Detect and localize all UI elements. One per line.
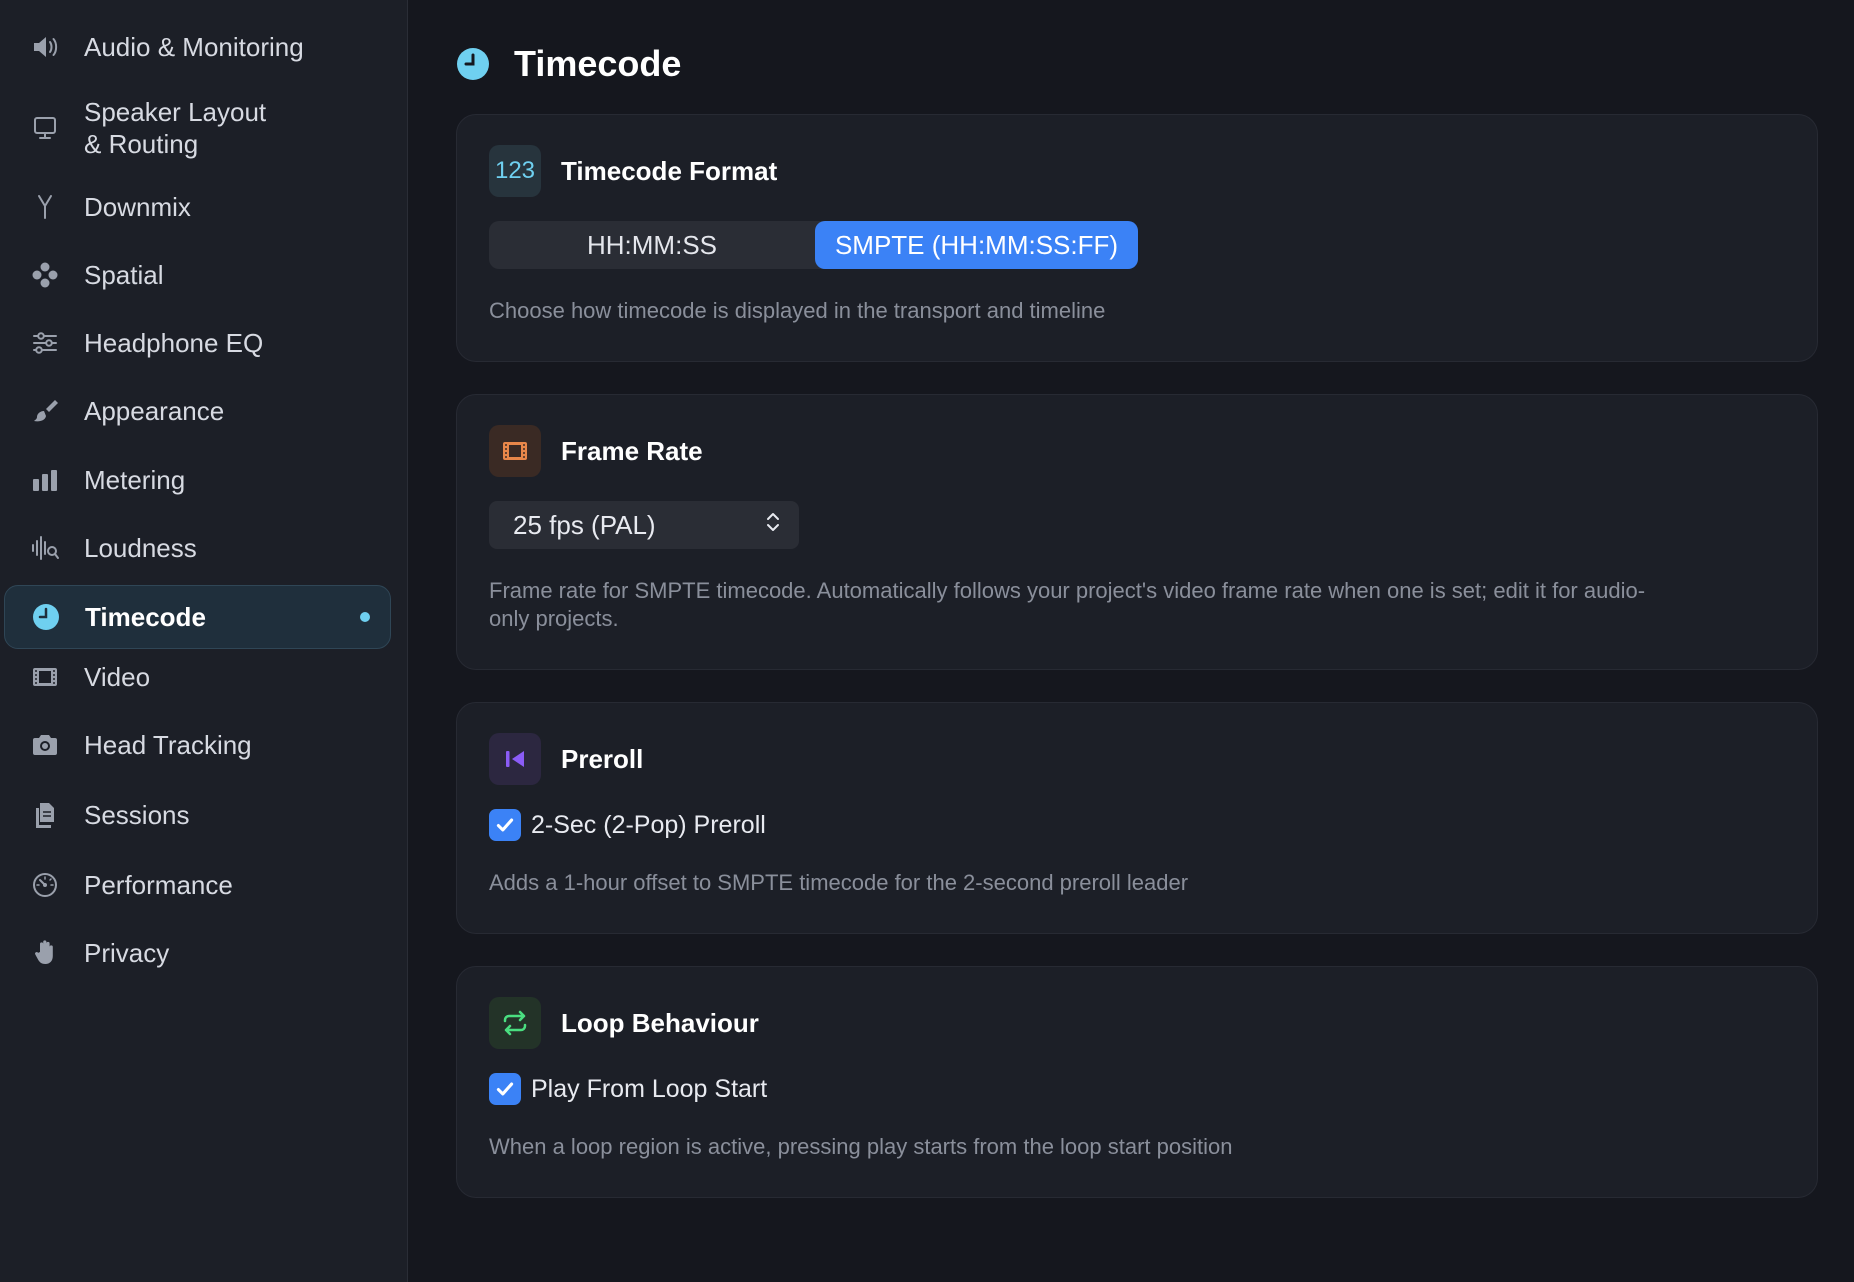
timecode-format-segmented-control: HH:MM:SS SMPTE (HH:MM:SS:FF) <box>489 221 1138 269</box>
sidebar-item-audio[interactable]: Audio & Monitoring <box>4 24 391 70</box>
speaker-icon <box>28 30 62 64</box>
card-header: Frame Rate <box>489 425 1785 477</box>
frame-rate-select[interactable]: 25 fps (PAL) <box>489 501 799 549</box>
card-header: 123 Timecode Format <box>489 145 1785 197</box>
sidebar-item-label: Headphone EQ <box>84 327 264 358</box>
page-header: Timecode <box>456 40 1832 88</box>
sidebar-item-label: Downmix <box>84 191 191 222</box>
sidebar-item-label: Metering <box>84 464 186 495</box>
sidebar-item-downmix[interactable]: Downmix <box>4 184 391 230</box>
card-description: Adds a 1-hour offset to SMPTE timecode f… <box>489 870 1189 895</box>
sidebar-item-appearance[interactable]: Appearance <box>4 388 391 434</box>
loop-checkbox-row[interactable]: Play From Loop Start <box>489 1073 1785 1105</box>
sidebar-item-timecode[interactable]: Timecode <box>4 585 391 649</box>
sidebar-item-label: Timecode <box>85 601 206 632</box>
main-content: Timecode 123 Timecode Format HH:MM:SS SM… <box>408 0 1854 1282</box>
sidebar-item-label: Sessions <box>84 799 190 830</box>
card-title: Timecode Format <box>561 155 778 186</box>
page-title: Timecode <box>514 43 682 84</box>
sidebar-item-metering[interactable]: Metering <box>4 457 391 503</box>
display-icon <box>28 111 62 145</box>
sidebar: Audio & Monitoring Speaker Layout & Rout… <box>0 0 408 1282</box>
loop-start-checkbox[interactable] <box>489 1073 521 1105</box>
sidebar-item-label: Privacy <box>84 937 170 968</box>
sidebar-item-video[interactable]: Video <box>4 654 391 700</box>
clock-icon <box>456 47 490 81</box>
app-window: Audio & Monitoring Speaker Layout & Rout… <box>0 0 1854 1282</box>
waveform-magnifier-icon <box>28 531 62 565</box>
card-title: Frame Rate <box>561 435 703 466</box>
number-123-icon: 123 <box>489 145 541 197</box>
card-title: Preroll <box>561 743 644 774</box>
sidebar-item-label: Loudness <box>84 532 197 563</box>
frame-rate-card: Frame Rate 25 fps (PAL) Frame rate for S… <box>456 394 1818 670</box>
sidebar-item-label: Head Tracking <box>84 729 252 760</box>
sliders-icon <box>28 326 62 360</box>
sidebar-item-sessions[interactable]: Sessions <box>4 792 391 838</box>
gauge-icon <box>28 868 62 902</box>
card-header: Preroll <box>489 733 1785 785</box>
chevron-up-down-icon <box>765 510 781 541</box>
card-description: When a loop region is active, pressing p… <box>489 1134 1233 1159</box>
card-description: Frame rate for SMPTE timecode. Automatic… <box>489 578 1646 631</box>
sidebar-item-label: Video <box>84 661 151 692</box>
hand-icon <box>28 936 62 970</box>
card-title: Loop Behaviour <box>561 1007 759 1038</box>
sidebar-item-privacy[interactable]: Privacy <box>4 930 391 976</box>
preroll-checkbox-row[interactable]: 2-Sec (2-Pop) Preroll <box>489 809 1785 841</box>
clock-icon <box>29 600 63 634</box>
sidebar-item-label: Performance <box>84 869 233 900</box>
sidebar-item-label: Spatial <box>84 259 164 290</box>
camera-icon <box>28 728 62 762</box>
card-description: Choose how timecode is displayed in the … <box>489 298 1106 323</box>
spatial-icon <box>28 258 62 292</box>
film-icon <box>489 425 541 477</box>
loop-behaviour-card: Loop Behaviour Play From Loop Start When… <box>456 966 1818 1198</box>
sidebar-item-label-line2: & Routing <box>84 129 199 159</box>
segment-hhmmss[interactable]: HH:MM:SS <box>489 221 815 269</box>
sidebar-item-label: Speaker Layout <box>84 97 267 127</box>
timecode-format-card: 123 Timecode Format HH:MM:SS SMPTE (HH:M… <box>456 114 1818 362</box>
sidebar-item-headphone-eq[interactable]: Headphone EQ <box>4 320 391 366</box>
skip-back-icon <box>489 733 541 785</box>
loop-start-checkbox-label: Play From Loop Start <box>531 1074 768 1103</box>
sidebar-item-spatial[interactable]: Spatial <box>4 252 391 298</box>
card-header: Loop Behaviour <box>489 997 1785 1049</box>
frame-rate-value: 25 fps (PAL) <box>513 509 656 540</box>
sidebar-item-speaker-layout[interactable]: Speaker Layout & Routing <box>4 92 391 164</box>
preroll-checkbox-label: 2-Sec (2-Pop) Preroll <box>531 810 766 839</box>
sidebar-item-performance[interactable]: Performance <box>4 862 391 908</box>
meter-bars-icon <box>28 463 62 497</box>
sidebar-item-label: Audio & Monitoring <box>84 31 304 62</box>
preroll-checkbox[interactable] <box>489 809 521 841</box>
sidebar-item-loudness[interactable]: Loudness <box>4 525 391 571</box>
downmix-icon <box>28 190 62 224</box>
segment-smpte[interactable]: SMPTE (HH:MM:SS:FF) <box>815 221 1138 269</box>
sidebar-item-label: Appearance <box>84 395 225 426</box>
sidebar-item-head-tracking[interactable]: Head Tracking <box>4 722 391 768</box>
documents-icon <box>28 798 62 832</box>
preroll-card: Preroll 2-Sec (2-Pop) Preroll Adds a 1-h… <box>456 702 1818 934</box>
film-icon <box>28 660 62 694</box>
active-indicator-dot <box>360 612 370 622</box>
paintbrush-icon <box>28 394 62 428</box>
repeat-icon <box>489 997 541 1049</box>
